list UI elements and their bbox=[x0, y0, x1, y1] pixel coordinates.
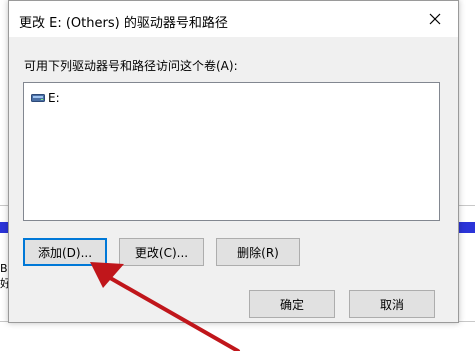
ok-button[interactable]: 确定 bbox=[249, 290, 335, 318]
add-button[interactable]: 添加(D)... bbox=[23, 238, 107, 266]
close-icon bbox=[429, 13, 441, 25]
background-volume-bar bbox=[0, 222, 8, 233]
list-item[interactable]: E: bbox=[31, 90, 60, 106]
close-button[interactable] bbox=[412, 1, 458, 37]
dialog-title: 更改 E: (Others) 的驱动器号和路径 bbox=[19, 16, 228, 31]
change-drive-letter-dialog: 更改 E: (Others) 的驱动器号和路径 可用下列驱动器号和路径访问这个卷… bbox=[8, 0, 459, 323]
screen: B 好 更改 E: (Others) 的驱动器号和路径 可用下列驱动器号和路径访… bbox=[0, 0, 475, 351]
drive-icon bbox=[31, 94, 45, 102]
list-item-label: E: bbox=[48, 91, 60, 105]
drive-path-listbox[interactable]: E: bbox=[23, 82, 440, 221]
delete-button[interactable]: 删除(R) bbox=[216, 238, 300, 266]
change-button[interactable]: 更改(C)... bbox=[119, 238, 204, 266]
list-prompt-label: 可用下列驱动器号和路径访问这个卷(A): bbox=[24, 59, 238, 73]
dialog-titlebar[interactable]: 更改 E: (Others) 的驱动器号和路径 bbox=[9, 1, 458, 37]
background-text: B bbox=[0, 262, 8, 275]
cancel-button[interactable]: 取消 bbox=[349, 290, 435, 318]
